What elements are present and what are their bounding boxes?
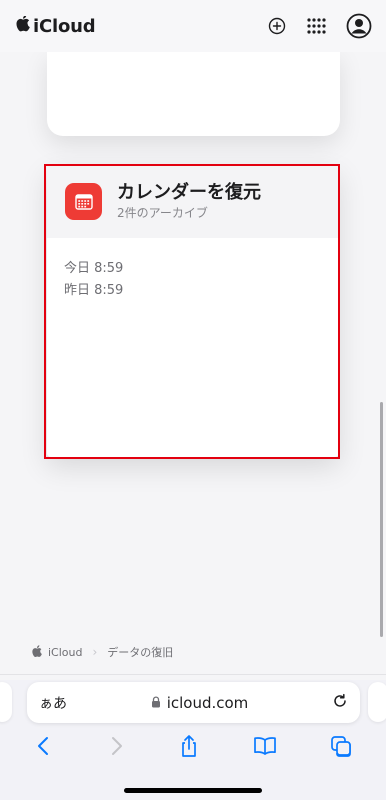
main-content: カレンダーを復元 2件のアーカイブ 今日 8:59 昨日 8:59 iCloud… xyxy=(0,52,386,680)
chevron-right-icon: › xyxy=(92,645,98,659)
add-icon[interactable] xyxy=(268,17,286,35)
page-settings-button[interactable]: ぁあ xyxy=(39,693,67,713)
home-indicator xyxy=(124,788,262,793)
brand-name: iCloud xyxy=(33,15,96,37)
app-grid-icon[interactable] xyxy=(306,16,326,36)
next-tab-preview[interactable] xyxy=(368,682,386,722)
bookmarks-icon[interactable] xyxy=(252,735,278,761)
back-icon[interactable] xyxy=(34,735,54,761)
breadcrumb-current: データの復旧 xyxy=(107,646,174,659)
calendar-icon xyxy=(65,183,102,220)
screen: iCloud カレンダーを復元 2件のアーカイブ 今日 8:59 昨日 8:59… xyxy=(0,0,386,800)
restore-calendar-card[interactable]: カレンダーを復元 2件のアーカイブ 今日 8:59 昨日 8:59 xyxy=(47,165,339,457)
breadcrumb: iCloud › データの復旧 xyxy=(32,644,173,660)
card-header: カレンダーを復元 2件のアーカイブ xyxy=(47,165,339,238)
footer-divider xyxy=(0,674,386,675)
icloud-header: iCloud xyxy=(0,0,386,52)
scrollbar[interactable] xyxy=(380,402,383,637)
card-heading-group: カレンダーを復元 2件のアーカイブ xyxy=(117,182,261,221)
apple-logo-icon xyxy=(32,644,42,660)
tabs-icon[interactable] xyxy=(330,735,352,761)
account-icon[interactable] xyxy=(346,13,372,39)
forward-icon[interactable] xyxy=(106,735,126,761)
url-display[interactable]: icloud.com xyxy=(67,694,332,712)
archive-entry: 今日 8:59 xyxy=(64,261,124,276)
icloud-brand[interactable]: iCloud xyxy=(16,15,96,37)
card-body: 今日 8:59 昨日 8:59 xyxy=(47,238,339,302)
previous-card[interactable] xyxy=(47,52,340,136)
previous-tab-preview[interactable] xyxy=(0,682,12,722)
apple-logo-icon xyxy=(16,15,30,36)
url-text: icloud.com xyxy=(166,693,249,712)
reload-icon[interactable] xyxy=(332,693,348,713)
lock-icon xyxy=(151,694,161,712)
safari-toolbar: ぁあ icloud.com xyxy=(0,680,386,800)
safari-nav-bar xyxy=(0,728,386,768)
card-title: カレンダーを復元 xyxy=(117,182,261,203)
address-bar[interactable]: ぁあ icloud.com xyxy=(27,682,360,723)
header-actions xyxy=(268,13,372,39)
card-subtitle: 2件のアーカイブ xyxy=(117,206,208,220)
breadcrumb-home[interactable]: iCloud xyxy=(48,646,82,659)
share-icon[interactable] xyxy=(178,734,200,762)
archive-entry: 昨日 8:59 xyxy=(64,283,124,298)
